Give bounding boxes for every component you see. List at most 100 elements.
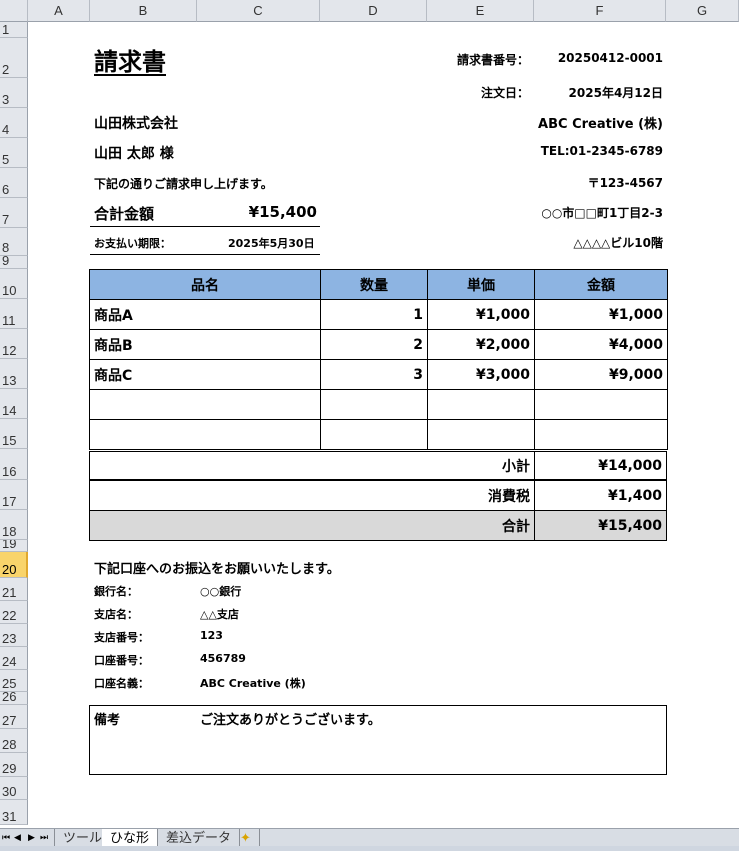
cell-quantity[interactable]: 1 [320,299,428,330]
row-header-22[interactable]: 22 [0,601,28,624]
invoice-intro: 下記の通りご請求申し上げます。 [94,177,273,191]
cell-amount[interactable]: ¥4,000 [534,329,668,360]
issuer-address1: ○○市□□町1丁目2-3 [541,206,663,220]
row-header-4[interactable]: 4 [0,108,28,138]
row-header-20[interactable]: 20 [0,552,28,578]
row-header-12[interactable]: 12 [0,329,28,359]
row-header-11[interactable]: 11 [0,299,28,329]
row-header-30[interactable]: 30 [0,777,28,800]
invoice-number-value: 20250412-0001 [557,51,663,65]
column-header-F[interactable]: F [534,0,666,22]
sheet-tab-bar: ⏮ ◀ ▶ ⏭ ツール ひな形 差込データ ✦ [0,828,739,847]
cell-item-name[interactable] [89,389,321,420]
status-bar [0,846,739,851]
column-header-A[interactable]: A [28,0,90,22]
bank-field-label: 支店番号： [94,631,149,644]
sheet-tab-template[interactable]: ひな形 [102,829,159,846]
bank-field-label: 口座名義： [94,677,149,690]
bank-field-value: 123 [200,629,223,642]
row-header-21[interactable]: 21 [0,578,28,601]
column-header-E[interactable]: E [427,0,534,22]
last-sheet-icon[interactable]: ⏭ [40,829,48,846]
row-header-1[interactable]: 1 [0,22,28,38]
header-item-name: 品名 [89,269,321,300]
cell-quantity[interactable] [320,389,428,420]
row-header-18[interactable]: 18 [0,510,28,540]
due-date-value: 2025年5月30日 [228,237,315,250]
tax-value[interactable]: ¥1,400 [534,480,667,511]
total-amount-label: 合計金額 [94,205,155,223]
bank-field-value: 456789 [200,652,246,665]
row-header-25[interactable]: 25 [0,670,28,692]
row-header-24[interactable]: 24 [0,647,28,670]
row-header-16[interactable]: 16 [0,449,28,480]
cell-unit-price[interactable] [427,419,535,450]
due-underline [90,254,320,255]
cell-amount[interactable]: ¥9,000 [534,359,668,390]
row-header-10[interactable]: 10 [0,269,28,299]
row-header-17[interactable]: 17 [0,480,28,510]
bank-field-label: 口座番号： [94,654,149,667]
next-sheet-icon[interactable]: ▶ [28,829,35,846]
row-header-27[interactable]: 27 [0,705,28,729]
select-all-corner[interactable] [0,0,28,22]
row-header-28[interactable]: 28 [0,729,28,753]
tax-label: 消費税 [89,480,535,511]
subtotal-label: 小計 [89,451,535,480]
cell-quantity[interactable] [320,419,428,450]
bank-field-value: △△支店 [200,608,239,621]
column-header-B[interactable]: B [90,0,197,22]
client-name: 山田 太郎 様 [94,146,174,162]
cell-unit-price[interactable]: ¥1,000 [427,299,535,330]
issuer-company: ABC Creative (株) [538,117,663,132]
cell-item-name[interactable] [89,419,321,450]
row-header-23[interactable]: 23 [0,624,28,647]
row-header-3[interactable]: 3 [0,78,28,108]
column-header-D[interactable]: D [320,0,427,22]
bank-field-value: ○○銀行 [200,585,242,598]
row-header-29[interactable]: 29 [0,753,28,777]
notes-label: 備考 [94,713,121,728]
total-amount-value: ¥15,400 [248,203,317,221]
header-quantity: 数量 [320,269,428,300]
row-header-15[interactable]: 15 [0,419,28,449]
cell-amount[interactable] [534,389,668,420]
cell-unit-price[interactable]: ¥3,000 [427,359,535,390]
row-header-19[interactable]: 19 [0,540,28,552]
row-header-8[interactable]: 8 [0,228,28,256]
cell-item-name[interactable]: 商品C [89,359,321,390]
row-header-7[interactable]: 7 [0,198,28,228]
row-header-31[interactable]: 31 [0,800,28,825]
column-header-G[interactable]: G [666,0,739,22]
grand-value[interactable]: ¥15,400 [534,510,667,541]
first-sheet-icon[interactable]: ⏮ [2,829,10,846]
bank-field-label: 銀行名： [94,585,138,598]
total-underline [90,226,320,227]
cell-unit-price[interactable]: ¥2,000 [427,329,535,360]
row-header-5[interactable]: 5 [0,138,28,168]
row-header-2[interactable]: 2 [0,38,28,78]
row-header-6[interactable]: 6 [0,168,28,198]
cell-quantity[interactable]: 2 [320,329,428,360]
insert-sheet-icon[interactable]: ✦ [232,829,260,846]
cell-item-name[interactable]: 商品B [89,329,321,360]
cell-unit-price[interactable] [427,389,535,420]
subtotal-value[interactable]: ¥14,000 [534,451,667,480]
sheet-tab-merge-data[interactable]: 差込データ [158,829,241,846]
cell-item-name[interactable]: 商品A [89,299,321,330]
cell-amount[interactable]: ¥1,000 [534,299,668,330]
row-header-9[interactable]: 9 [0,256,28,269]
cell-quantity[interactable]: 3 [320,359,428,390]
header-unit-price: 単価 [427,269,535,300]
column-header-C[interactable]: C [197,0,320,22]
prev-sheet-icon[interactable]: ◀ [14,829,21,846]
cell-amount[interactable] [534,419,668,450]
order-date-label: 注文日： [480,86,529,100]
row-header-13[interactable]: 13 [0,359,28,389]
issuer-address2: △△△△ビル10階 [573,236,663,250]
invoice-number-label: 請求書番号： [456,53,529,67]
header-amount: 金額 [534,269,668,300]
row-header-26[interactable]: 26 [0,692,28,705]
order-date-value: 2025年4月12日 [568,86,663,100]
row-header-14[interactable]: 14 [0,389,28,419]
